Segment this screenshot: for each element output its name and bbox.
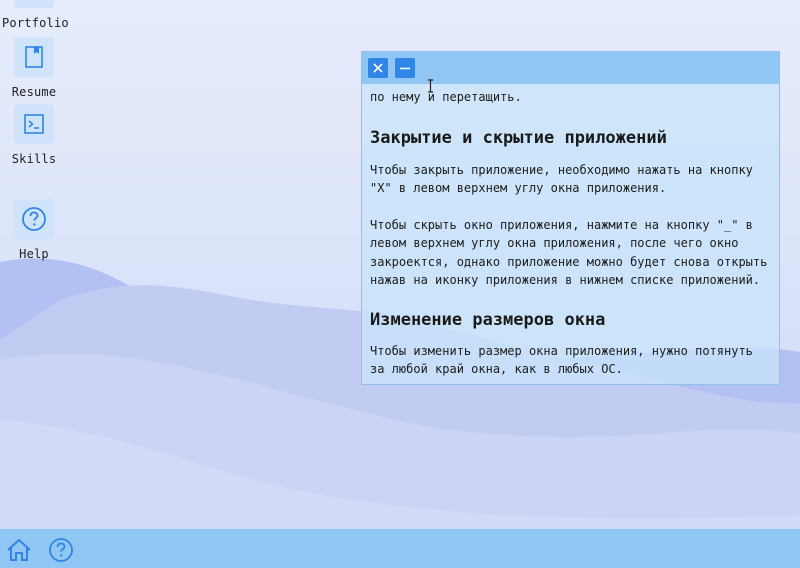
section-heading: Изменение размеров окна	[370, 309, 606, 330]
section-paragraph: Чтобы закрыть приложение, необходимо наж…	[370, 162, 753, 196]
taskbar	[0, 529, 800, 568]
desktop-icon-label: Portfolio	[2, 16, 69, 30]
text-cursor-icon	[428, 79, 433, 93]
book-icon	[14, 37, 54, 77]
section-heading: Закрытие и скрытие приложений	[370, 127, 667, 148]
desktop-icon-skills[interactable]: Skills	[2, 104, 66, 166]
home-icon	[7, 538, 31, 561]
window-titlebar[interactable]	[362, 52, 779, 84]
help-circle-icon	[14, 199, 54, 239]
close-icon	[373, 63, 383, 73]
desktop-icon-resume[interactable]: Resume	[2, 37, 66, 99]
window-content[interactable]: по нему и перетащить. Закрытие и скрытие…	[362, 88, 779, 379]
desktop-icon-label: Resume	[11, 85, 57, 99]
help-window[interactable]: по нему и перетащить. Закрытие и скрытие…	[361, 51, 780, 385]
taskbar-home-button[interactable]	[6, 537, 32, 563]
taskbar-help-button[interactable]	[48, 537, 74, 563]
desktop-icon-label: Help	[19, 247, 49, 261]
terminal-icon	[14, 104, 54, 144]
close-button[interactable]	[368, 58, 388, 78]
minimize-button[interactable]	[395, 58, 415, 78]
section-paragraph: Чтобы скрыть окно приложения, нажмите на…	[370, 217, 768, 288]
minimize-icon	[400, 67, 410, 70]
briefcase-icon	[14, 0, 54, 8]
desktop-icon-portfolio[interactable]: Portfolio	[2, 0, 69, 30]
help-circle-icon	[49, 538, 73, 562]
desktop-icon-help[interactable]: Help	[2, 199, 66, 261]
desktop-icon-label: Skills	[11, 152, 57, 166]
section-paragraph: Чтобы изменить размер окна приложения, н…	[370, 343, 753, 377]
